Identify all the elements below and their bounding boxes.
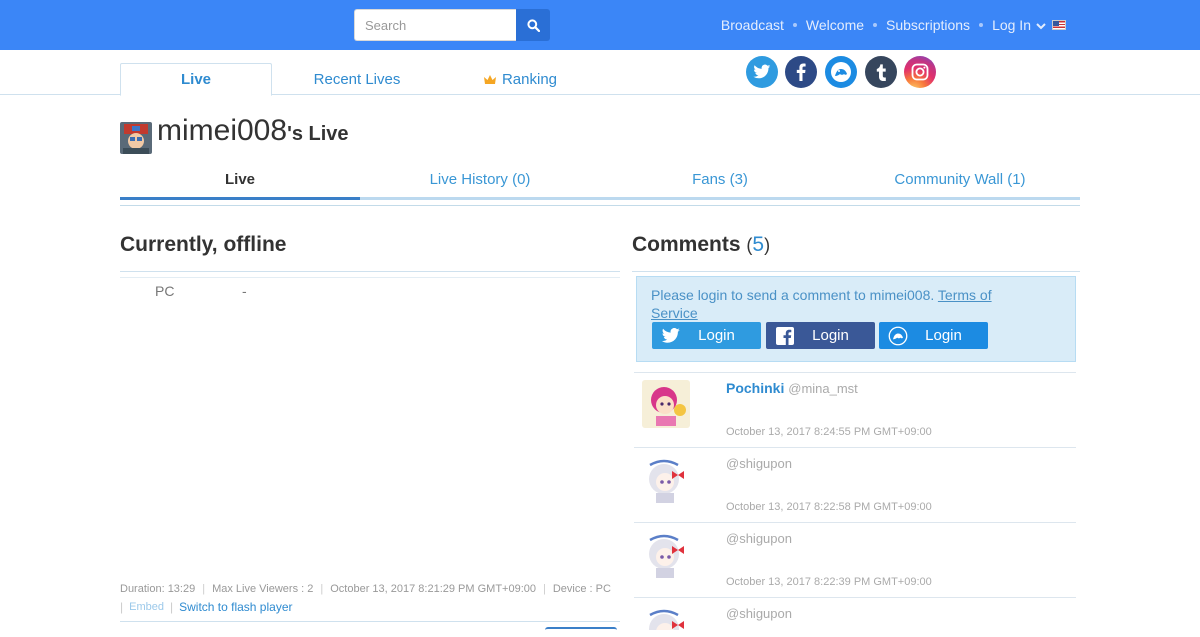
login-button-label: Login <box>925 327 962 344</box>
comment-item: @shigupon October 13, 2017 8:22:39 PM GM… <box>634 522 1076 597</box>
nav-broadcast[interactable]: Broadcast <box>721 17 784 33</box>
twitcasting-login-button[interactable]: Login <box>879 322 988 349</box>
tab-active-indicator <box>120 197 360 200</box>
nav-login[interactable]: Log In <box>992 17 1046 33</box>
max-viewers: Max Live Viewers : 2 <box>212 583 314 595</box>
commenter-avatar[interactable] <box>642 380 690 428</box>
player-links: | Embed | Switch to flash player <box>120 600 293 614</box>
search-icon <box>526 18 540 32</box>
nav-separator <box>873 23 878 27</box>
switch-flash-player-link[interactable]: Switch to flash player <box>179 600 292 614</box>
device-value: - <box>242 283 247 299</box>
meta-separator: | <box>120 600 124 614</box>
comment-author: @shigupon <box>726 605 792 621</box>
comment-item: Pochinki @mina_mst October 13, 2017 8:24… <box>634 372 1076 447</box>
page-title: mimei008's Live <box>157 114 349 148</box>
tab-ranking-label: Ranking <box>501 70 558 88</box>
us-flag-icon[interactable] <box>1052 20 1066 30</box>
comments-heading-label: Comments <box>632 233 741 256</box>
crown-icon <box>483 74 496 84</box>
meta-separator: | <box>320 583 324 595</box>
profile-tab-live-history[interactable]: Live History (0) <box>360 166 600 194</box>
facebook-login-button[interactable]: Login <box>766 322 875 349</box>
comment-author: Pochinki @mina_mst <box>726 380 858 396</box>
meta-separator: | <box>169 600 174 614</box>
login-button-label: Login <box>698 327 735 344</box>
tab-live[interactable]: Live <box>120 63 272 96</box>
twitcasting-icon[interactable] <box>825 56 857 88</box>
comments-heading: Comments (5) <box>632 233 770 257</box>
avatar[interactable] <box>120 122 152 154</box>
profile-tab-live[interactable]: Live <box>120 166 360 194</box>
comment-timestamp: October 13, 2017 8:22:58 PM GMT+09:00 <box>726 501 932 513</box>
facebook-icon <box>776 326 794 345</box>
device-label: PC <box>155 283 175 299</box>
comment-author-handle[interactable]: @shigupon <box>726 606 792 621</box>
divider <box>120 271 620 272</box>
comment-author: @shigupon <box>726 530 792 546</box>
profile-tabs: Live Live History (0) Fans (3) Community… <box>120 166 1080 206</box>
login-button-label: Login <box>812 327 849 344</box>
paren-close: ) <box>764 235 771 255</box>
secondary-nav: Live Recent Lives Ranking <box>0 50 1200 96</box>
top-bar: Broadcast Welcome Subscriptions Log In <box>0 0 1200 50</box>
duration: Duration: 13:29 <box>120 583 196 595</box>
nav-subscriptions[interactable]: Subscriptions <box>886 17 970 33</box>
profile-tab-fans[interactable]: Fans (3) <box>600 166 840 194</box>
commenter-avatar[interactable] <box>642 455 690 503</box>
twitcasting-icon <box>888 326 908 345</box>
login-message: Please login to send a comment to mimei0… <box>651 286 1011 322</box>
comment-item: @shigupon <box>634 597 1076 630</box>
live-status-heading: Currently, offline <box>120 233 287 256</box>
comment-author: @shigupon <box>726 455 792 471</box>
chevron-down-icon <box>1036 23 1046 30</box>
search-input[interactable] <box>354 9 516 41</box>
twitter-icon <box>661 327 680 343</box>
meta-separator: | <box>202 583 206 595</box>
comment-author-handle[interactable]: @shigupon <box>726 456 792 471</box>
comment-author-handle[interactable]: @mina_mst <box>788 381 858 396</box>
tumblr-icon[interactable] <box>865 56 897 88</box>
nav-separator <box>792 23 797 27</box>
comment-timestamp: October 13, 2017 8:22:39 PM GMT+09:00 <box>726 576 932 588</box>
comment-author-handle[interactable]: @shigupon <box>726 531 792 546</box>
comment-author-name[interactable]: Pochinki <box>726 380 784 396</box>
tab-ranking[interactable]: Ranking <box>444 63 596 95</box>
facebook-icon[interactable] <box>785 56 817 88</box>
title-suffix: 's Live <box>287 123 349 145</box>
embed-link[interactable]: Embed <box>129 601 164 613</box>
login-prompt: Please login to send a comment to mimei0… <box>636 276 1076 362</box>
comment-timestamp: October 13, 2017 8:24:55 PM GMT+09:00 <box>726 426 932 438</box>
commenter-avatar[interactable] <box>642 530 690 578</box>
comment-item: @shigupon October 13, 2017 8:22:58 PM GM… <box>634 447 1076 522</box>
login-message-text: Please login to send a comment to mimei0… <box>651 287 935 303</box>
live-meta: Duration: 13:29 | Max Live Viewers : 2 |… <box>120 583 611 595</box>
search-button[interactable] <box>516 9 550 41</box>
divider <box>120 277 620 278</box>
nav-login-label: Log In <box>992 17 1031 33</box>
meta-separator: | <box>543 583 546 595</box>
tab-recent-lives[interactable]: Recent Lives <box>281 63 433 95</box>
action-button[interactable] <box>545 627 617 637</box>
divider <box>120 621 620 622</box>
nav-separator <box>979 23 984 27</box>
live-date: October 13, 2017 8:21:29 PM GMT+09:00 <box>330 583 536 595</box>
twitter-icon[interactable] <box>746 56 778 88</box>
profile-tab-community-wall[interactable]: Community Wall (1) <box>840 166 1080 194</box>
divider <box>632 271 1080 272</box>
comments-count: 5 <box>752 233 765 256</box>
commenter-avatar[interactable] <box>642 605 690 630</box>
device-info: Device : PC <box>552 583 611 595</box>
instagram-icon[interactable] <box>904 56 936 88</box>
username[interactable]: mimei008 <box>157 114 287 147</box>
top-nav: Broadcast Welcome Subscriptions Log In <box>721 0 1068 50</box>
twitter-login-button[interactable]: Login <box>652 322 761 349</box>
search-form <box>354 9 550 41</box>
nav-welcome[interactable]: Welcome <box>806 17 864 33</box>
